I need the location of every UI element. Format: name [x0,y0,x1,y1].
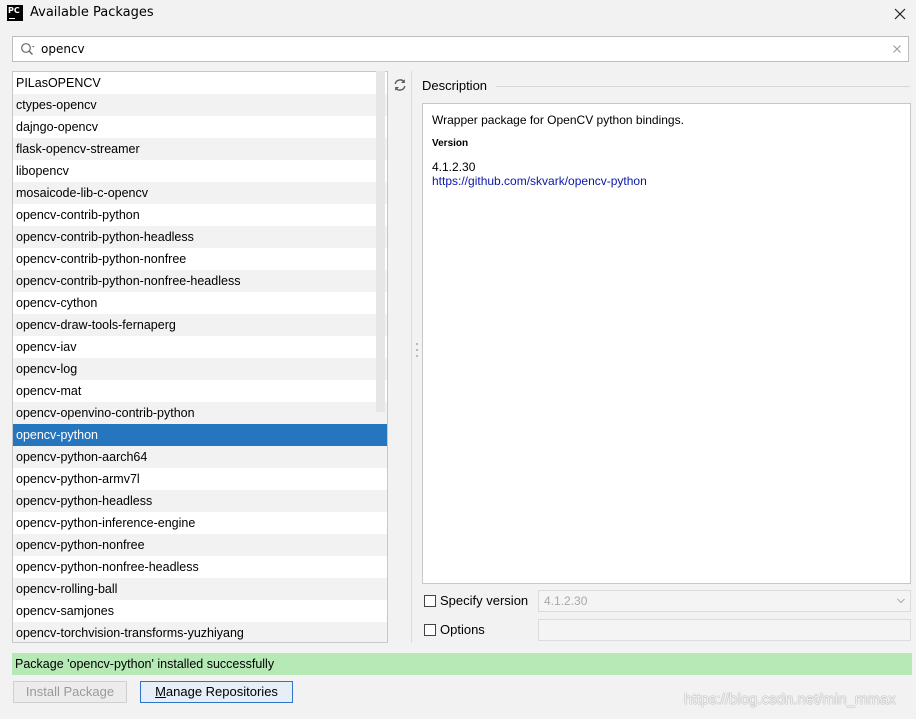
package-description: Wrapper package for OpenCV python bindin… [432,113,684,127]
pycharm-logo-icon: PC [7,5,23,21]
package-list-item[interactable]: opencv-contrib-python [13,204,387,226]
chevron-down-icon [897,598,905,604]
package-list-item[interactable]: mosaicode-lib-c-opencv [13,182,387,204]
manage-repositories-label: anage Repositories [165,684,278,699]
search-input[interactable] [41,40,861,58]
package-list-item[interactable]: opencv-mat [13,380,387,402]
version-select-value: 4.1.2.30 [544,594,588,608]
splitter-grip [416,355,418,357]
status-message: Package 'opencv-python' installed succes… [12,653,912,675]
package-list-item[interactable]: flask-opencv-streamer [13,138,387,160]
manage-repositories-mnemonic: M [155,684,166,699]
package-list-item[interactable]: opencv-iav [13,336,387,358]
package-list-item[interactable]: opencv-rolling-ball [13,578,387,600]
search-box[interactable] [12,36,909,62]
version-value: 4.1.2.30 [432,160,476,174]
specify-version-checkbox[interactable] [424,595,436,607]
package-list-item[interactable]: PILasOPENCV [13,72,387,94]
description-header: Description [422,78,488,93]
package-list-item[interactable]: opencv-torchvision-transforms-yuzhiyang [13,622,387,642]
homepage-link[interactable]: https://github.com/skvark/opencv-python [432,174,647,188]
package-list-item[interactable]: opencv-draw-tools-fernaperg [13,314,387,336]
package-list-item[interactable]: opencv-log [13,358,387,380]
refresh-button[interactable] [391,76,409,94]
options-checkbox[interactable] [424,624,436,636]
package-list-item[interactable]: opencv-python-armv7l [13,468,387,490]
splitter-grip [416,343,418,345]
clear-search-icon[interactable] [891,43,903,55]
options-label[interactable]: Options [440,622,485,637]
package-list-item[interactable]: opencv-contrib-python-nonfree [13,248,387,270]
divider [496,86,910,87]
package-list-item[interactable]: opencv-python-inference-engine [13,512,387,534]
manage-repositories-button[interactable]: Manage Repositories [140,681,293,703]
package-list-item[interactable]: libopencv [13,160,387,182]
refresh-icon [394,79,406,91]
window-title: Available Packages [30,5,154,20]
package-list-item[interactable]: opencv-python-nonfree-headless [13,556,387,578]
description-panel: Wrapper package for OpenCV python bindin… [422,103,911,584]
specify-version-label[interactable]: Specify version [440,593,528,608]
package-list-item[interactable]: opencv-python-nonfree [13,534,387,556]
package-list-item[interactable]: ctypes-opencv [13,94,387,116]
package-list-item[interactable]: opencv-cython [13,292,387,314]
package-list-item[interactable]: opencv-openvino-contrib-python [13,402,387,424]
package-list-item[interactable]: opencv-samjones [13,600,387,622]
options-input[interactable] [538,619,911,641]
watermark: https://blog.csdn.net/min_mmax [684,691,896,708]
close-icon [894,8,906,20]
search-icon[interactable] [20,42,36,56]
panel-splitter[interactable] [415,71,419,643]
version-label: Version [432,138,469,149]
close-button[interactable] [890,4,910,24]
package-list-item[interactable]: opencv-contrib-python-nonfree-headless [13,270,387,292]
install-package-button[interactable]: Install Package [13,681,127,703]
list-toolbar [388,71,412,643]
package-list[interactable]: PILasOPENCV ctypes-opencv dajngo-opencv fla… [12,71,388,643]
package-list-item[interactable]: dajngo-opencv [13,116,387,138]
package-list-item-selected[interactable]: opencv-python [13,424,387,446]
package-list-item[interactable]: opencv-contrib-python-headless [13,226,387,248]
package-list-item[interactable]: opencv-python-aarch64 [13,446,387,468]
package-list-item[interactable]: opencv-python-headless [13,490,387,512]
package-list-scrollbar-thumb[interactable] [376,71,385,412]
version-select[interactable]: 4.1.2.30 [538,590,911,612]
splitter-grip [416,349,418,351]
